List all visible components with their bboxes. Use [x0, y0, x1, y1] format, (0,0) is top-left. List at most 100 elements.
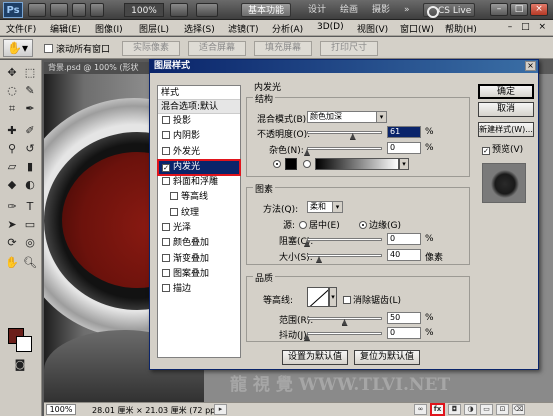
- fill-screen-button[interactable]: 填充屏幕: [254, 41, 312, 56]
- document-window-controls[interactable]: – □ ×: [508, 22, 549, 32]
- menu-edit[interactable]: 编辑(E): [50, 22, 81, 35]
- arrange-documents-icon[interactable]: [170, 3, 188, 17]
- path-selection-tool-icon[interactable]: ➤: [4, 218, 20, 232]
- quick-mask-icon[interactable]: ◙: [12, 358, 28, 372]
- tool-preset-picker[interactable]: ✋▾: [3, 39, 33, 57]
- noise-slider[interactable]: [307, 147, 382, 150]
- status-menu-icon[interactable]: ▸: [214, 404, 227, 415]
- contour-dropdown-icon[interactable]: ▾: [329, 287, 337, 307]
- style-checkbox[interactable]: [162, 146, 170, 155]
- noise-input[interactable]: 0: [387, 142, 421, 154]
- shape-tool-icon[interactable]: ▭: [22, 218, 38, 232]
- pen-tool-icon[interactable]: ✑: [4, 200, 20, 214]
- preview-checkbox[interactable]: ✓ 预览(V): [482, 142, 523, 155]
- hand-icon[interactable]: [72, 3, 86, 17]
- style-item[interactable]: 描边: [158, 282, 240, 297]
- zoom-level-select[interactable]: 100%: [124, 3, 164, 17]
- workspace-tab-design[interactable]: 设计: [302, 3, 332, 17]
- technique-select[interactable]: 柔和 ▾: [307, 201, 343, 213]
- menu-layer[interactable]: 图层(L): [139, 22, 169, 35]
- crop-tool-icon[interactable]: ⌗: [4, 102, 20, 116]
- 3d-rotate-tool-icon[interactable]: ⟳: [4, 236, 20, 250]
- link-icon[interactable]: ∞: [414, 404, 427, 415]
- status-zoom-field[interactable]: 100%: [46, 404, 76, 415]
- style-checkbox[interactable]: [162, 131, 170, 140]
- style-item[interactable]: 斜面和浮雕: [158, 175, 240, 190]
- menu-3d[interactable]: 3D(D): [317, 22, 344, 32]
- menu-view[interactable]: 视图(V): [357, 22, 388, 35]
- style-item[interactable]: 颜色叠加: [158, 236, 240, 251]
- hand-tool-icon[interactable]: ✋: [4, 256, 20, 270]
- style-checkbox[interactable]: [162, 223, 170, 232]
- clone-stamp-tool-icon[interactable]: ⚲: [4, 142, 20, 156]
- style-checkbox[interactable]: [162, 116, 170, 124]
- size-slider-thumb[interactable]: [316, 256, 322, 263]
- jitter-input[interactable]: 0: [387, 327, 421, 339]
- eraser-tool-icon[interactable]: ▱: [4, 160, 20, 174]
- screen-mode-icon[interactable]: [196, 3, 218, 17]
- lasso-tool-icon[interactable]: ◌: [4, 84, 20, 98]
- reset-default-button[interactable]: 复位为默认值: [354, 350, 420, 365]
- style-checkbox[interactable]: ✓: [162, 163, 170, 172]
- minibridge-icon[interactable]: [50, 3, 68, 17]
- bridge-icon[interactable]: [28, 3, 46, 17]
- style-checkbox[interactable]: [162, 253, 170, 262]
- noise-slider-thumb[interactable]: [304, 149, 310, 156]
- cancel-button[interactable]: 取消: [478, 102, 534, 117]
- history-brush-tool-icon[interactable]: ↺: [22, 142, 38, 156]
- menu-analysis[interactable]: 分析(A): [272, 22, 303, 35]
- style-checkbox[interactable]: [170, 192, 178, 201]
- healing-brush-tool-icon[interactable]: ✚: [4, 124, 20, 138]
- contour-picker[interactable]: [307, 287, 329, 307]
- opacity-slider[interactable]: [307, 131, 382, 134]
- close-button[interactable]: ×: [530, 3, 548, 16]
- choke-slider[interactable]: [307, 238, 382, 241]
- styles-header[interactable]: 样式: [158, 86, 240, 100]
- style-checkbox[interactable]: [170, 207, 178, 216]
- maximize-button[interactable]: □: [510, 3, 528, 16]
- trash-icon[interactable]: ⌫: [512, 404, 525, 415]
- menu-window[interactable]: 窗口(W): [400, 22, 434, 35]
- style-checkbox[interactable]: [162, 284, 170, 293]
- style-item[interactable]: 内阴影: [158, 129, 240, 144]
- size-slider[interactable]: [307, 254, 382, 257]
- marquee-tool-icon[interactable]: ⬚: [22, 66, 38, 80]
- style-item[interactable]: 投影: [158, 114, 240, 129]
- style-item[interactable]: 纹理: [158, 206, 240, 221]
- blend-mode-select[interactable]: 颜色加深 ▾: [307, 111, 387, 123]
- source-edge-radio[interactable]: 边缘(G): [359, 218, 401, 231]
- style-item[interactable]: ✓ 内发光: [157, 158, 241, 177]
- type-tool-icon[interactable]: T: [22, 200, 38, 214]
- move-tool-icon[interactable]: ✥: [4, 66, 20, 80]
- opacity-input[interactable]: 61: [387, 126, 421, 138]
- workspace-tab-photography[interactable]: 摄影: [366, 3, 396, 17]
- actual-pixels-button[interactable]: 实际像素: [122, 41, 180, 56]
- style-item[interactable]: 光泽: [158, 221, 240, 236]
- dodge-tool-icon[interactable]: ◐: [22, 178, 38, 192]
- solid-color-radio[interactable]: [273, 160, 283, 170]
- size-input[interactable]: 40: [387, 249, 421, 261]
- style-checkbox[interactable]: [162, 177, 170, 186]
- new-style-button[interactable]: 新建样式(W)...: [478, 122, 534, 137]
- brush-tool-icon[interactable]: ✐: [22, 124, 38, 138]
- range-input[interactable]: 50: [387, 312, 421, 324]
- gradient-tool-icon[interactable]: ▮: [22, 160, 38, 174]
- scroll-all-windows-checkbox[interactable]: 滚动所有窗口: [44, 42, 110, 55]
- eyedropper-tool-icon[interactable]: ✒: [22, 102, 38, 116]
- blur-tool-icon[interactable]: ◆: [4, 178, 20, 192]
- fx-icon[interactable]: fx: [430, 403, 445, 416]
- style-item[interactable]: 等高线: [158, 190, 240, 205]
- menu-image[interactable]: 图像(I): [95, 22, 123, 35]
- gradient-dropdown-icon[interactable]: ▾: [399, 158, 409, 170]
- zoom-tool-icon[interactable]: [90, 3, 104, 17]
- minimize-button[interactable]: –: [490, 3, 508, 16]
- style-checkbox[interactable]: [162, 268, 170, 277]
- quick-selection-tool-icon[interactable]: ✎: [22, 84, 38, 98]
- style-item[interactable]: 渐变叠加: [158, 252, 240, 267]
- style-item[interactable]: 外发光: [158, 145, 240, 160]
- zoom-tool-icon[interactable]: 🔍︎: [22, 256, 38, 270]
- cs-live-button[interactable]: CS Live: [423, 3, 475, 18]
- menu-filter[interactable]: 滤镜(T): [228, 22, 259, 35]
- document-tab[interactable]: 背景.psd @ 100% (形状: [44, 62, 154, 74]
- range-slider-thumb[interactable]: [341, 319, 348, 326]
